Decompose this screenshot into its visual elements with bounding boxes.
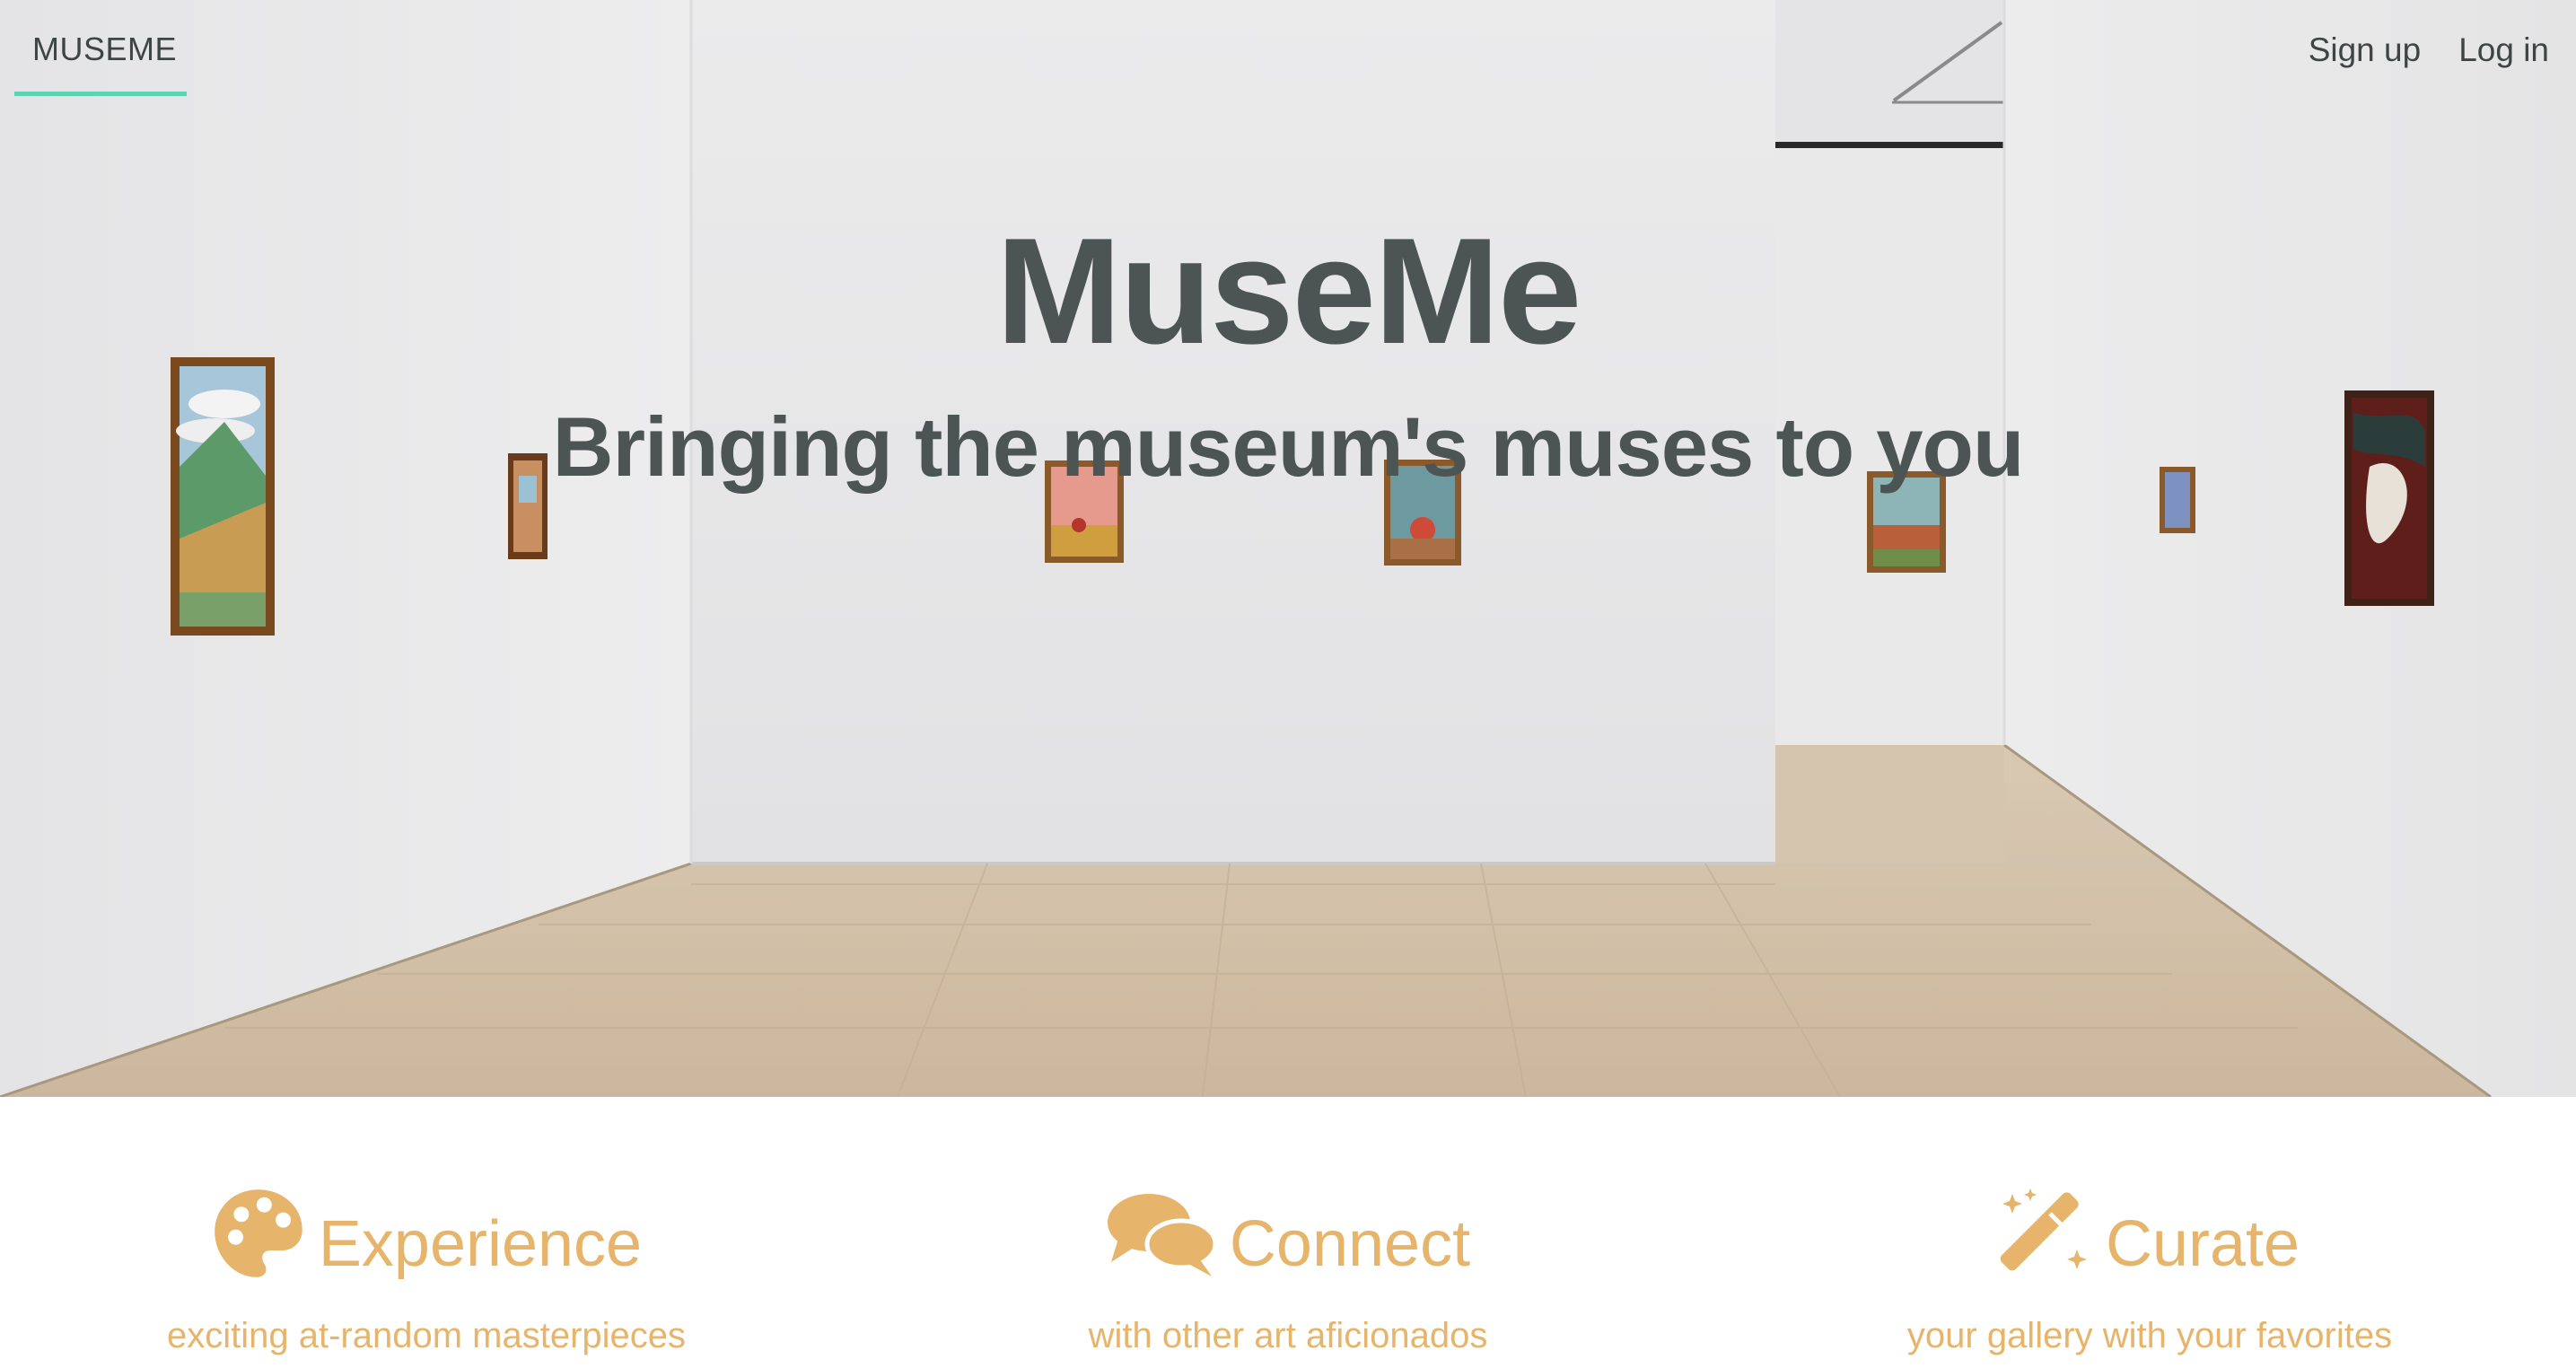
feature-heading: Experience: [22, 1179, 830, 1287]
feature-experience: Experience exciting at-random masterpiec…: [22, 1179, 830, 1356]
feature-heading: Connect: [884, 1179, 1692, 1287]
feature-heading: Curate: [1746, 1179, 2554, 1287]
brand-link[interactable]: MUSEME: [14, 0, 195, 99]
login-link[interactable]: Log in: [2458, 31, 2549, 69]
feature-title: Curate: [2105, 1208, 2300, 1280]
nav-right-links: Sign up Log in: [2309, 0, 2549, 108]
feature-curate: Curate your gallery with your favorites: [1746, 1179, 2554, 1356]
hero-title: MuseMe: [995, 206, 1582, 375]
hero-section: MUSEME Sign up Log in MuseMe Bringing th…: [0, 0, 2576, 1097]
feature-connect: Connect with other art aficionados: [884, 1179, 1692, 1356]
brand-active-underline: [14, 92, 187, 96]
gallery-background-image: [0, 0, 2576, 1097]
feature-title: Experience: [318, 1208, 643, 1280]
palette-icon: [211, 1186, 306, 1281]
comments-icon: [1106, 1188, 1218, 1278]
top-navbar: MUSEME Sign up Log in: [0, 0, 2576, 108]
hero-subtitle: Bringing the museum's muses to you: [552, 399, 2025, 494]
magic-wand-icon: [2000, 1187, 2093, 1280]
feature-description: your gallery with your favorites: [1906, 1316, 2393, 1355]
features-section: Experience exciting at-random masterpiec…: [0, 1097, 2576, 1368]
feature-title: Connect: [1229, 1208, 1471, 1280]
signup-link[interactable]: Sign up: [2309, 31, 2422, 69]
feature-description: with other art aficionados: [1088, 1316, 1488, 1355]
feature-description: exciting at-random masterpieces: [166, 1316, 687, 1355]
